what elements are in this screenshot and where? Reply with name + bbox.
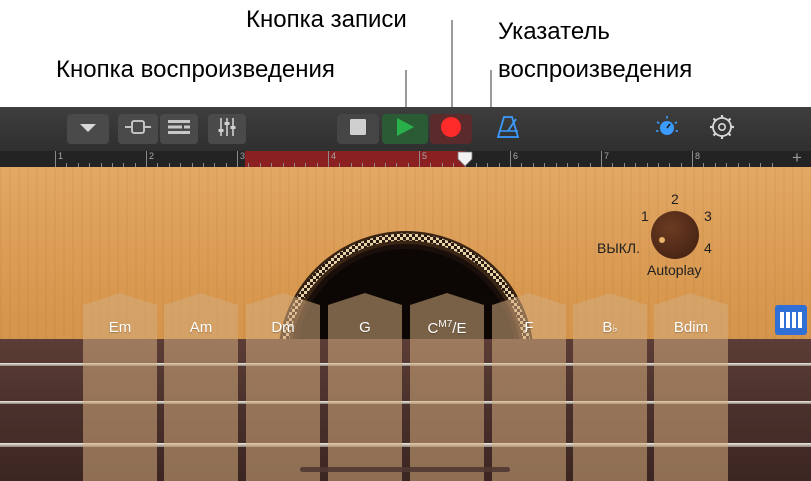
metronome-button[interactable] xyxy=(492,114,524,144)
autoplay-pos-4[interactable]: 4 xyxy=(704,240,712,256)
play-leader-line xyxy=(405,70,407,112)
ruler-tick xyxy=(692,151,693,167)
ruler-tick xyxy=(55,151,56,167)
chord-strip-em[interactable]: Em xyxy=(83,293,157,481)
record-icon xyxy=(440,116,462,143)
ruler-bar-number: 1 xyxy=(58,151,64,161)
autoplay-off-label[interactable]: ВЫКЛ. xyxy=(597,240,640,256)
stop-icon xyxy=(350,118,366,140)
chord-strip-bb[interactable]: B♭ xyxy=(573,293,647,481)
track-view-icon xyxy=(123,119,153,139)
ruler-tick xyxy=(510,151,511,167)
playhead-callout-line2: воспроизведения xyxy=(498,56,693,83)
play-icon xyxy=(395,117,415,142)
play-button[interactable] xyxy=(382,114,428,144)
ruler-bar-number: 2 xyxy=(149,151,155,161)
autoplay-pos-3[interactable]: 3 xyxy=(704,208,712,224)
chord-root: C xyxy=(427,320,439,337)
chord-strips-icon xyxy=(780,312,802,328)
master-effects-button[interactable] xyxy=(652,114,682,144)
ruler-bar-number: 5 xyxy=(422,151,428,161)
chord-strip-f[interactable]: F xyxy=(492,293,566,481)
record-button-callout: Кнопка записи xyxy=(246,6,407,33)
record-leader-line xyxy=(451,20,453,112)
chord-cap xyxy=(328,293,402,305)
chord-label: Em xyxy=(108,319,132,336)
chord-label: G xyxy=(359,319,371,336)
track-view-button[interactable] xyxy=(118,114,158,144)
chord-quality: M7 xyxy=(438,319,453,330)
ruler-bar-number: 6 xyxy=(513,151,519,161)
chevron-down-icon xyxy=(79,120,97,138)
ruler-tick xyxy=(419,151,420,167)
timeline-ruler[interactable]: 1 2 3 4 5 6 7 8 + xyxy=(0,148,811,168)
chord-cap xyxy=(164,293,238,305)
chord-strip-bdim[interactable]: Bdim xyxy=(654,293,728,481)
tracks-list-icon xyxy=(167,119,191,140)
home-indicator[interactable] xyxy=(300,467,510,472)
chord-label: Bdim xyxy=(673,319,709,336)
chord-strip-dm[interactable]: Dm xyxy=(246,293,320,481)
playhead-callout-line1: Указатель xyxy=(498,18,610,45)
chord-label: B♭ xyxy=(602,319,617,481)
chord-cap xyxy=(654,293,728,305)
ruler-tick xyxy=(328,151,329,167)
ruler-tick xyxy=(237,151,238,167)
chords-notes-toggle[interactable] xyxy=(775,305,807,335)
chord-label: Dm xyxy=(271,319,295,336)
autoplay-pos-1[interactable]: 1 xyxy=(641,208,649,224)
mixer-button[interactable] xyxy=(208,114,246,144)
autoplay-knob[interactable] xyxy=(651,211,699,259)
settings-icon xyxy=(709,114,735,145)
browser-button[interactable] xyxy=(67,114,109,144)
record-button[interactable] xyxy=(430,114,472,144)
chord-label: F xyxy=(524,319,534,336)
chord-label: CM7/E xyxy=(428,319,467,481)
guitar-body: 1 2 3 4 ВЫКЛ. Autoplay Em Am Dm G CM7/E … xyxy=(0,167,811,481)
settings-button[interactable] xyxy=(707,114,737,144)
chord-strip-am[interactable]: Am xyxy=(164,293,238,481)
ruler-bar-number: 3 xyxy=(240,151,246,161)
ruler-bar-number: 7 xyxy=(604,151,610,161)
ruler-bar-number: 8 xyxy=(695,151,701,161)
knob-indicator xyxy=(659,237,665,243)
chord-cap xyxy=(83,293,157,305)
chord-label: Am xyxy=(189,319,213,336)
master-effects-icon xyxy=(654,114,680,145)
chord-strip-cm7-e[interactable]: CM7/E xyxy=(410,293,484,481)
chord-strip-g[interactable]: G xyxy=(328,293,402,481)
chord-cap xyxy=(410,293,484,305)
autoplay-pos-2[interactable]: 2 xyxy=(671,191,679,207)
stop-button[interactable] xyxy=(337,114,379,144)
ruler-tick xyxy=(146,151,147,167)
chord-bass: /E xyxy=(452,320,467,337)
add-section-button[interactable]: + xyxy=(785,148,809,168)
mixer-icon xyxy=(217,117,237,142)
chord-cap xyxy=(492,293,566,305)
chord-cap xyxy=(246,293,320,305)
ruler-tick xyxy=(601,151,602,167)
tracks-button[interactable] xyxy=(160,114,198,144)
metronome-icon xyxy=(496,115,520,143)
autoplay-label: Autoplay xyxy=(647,262,702,278)
ruler-bar-number: 4 xyxy=(331,151,337,161)
ruler-bars: 1 2 3 4 5 6 7 8 xyxy=(55,151,783,167)
chord-cap xyxy=(573,293,647,305)
control-bar xyxy=(0,107,811,151)
play-button-callout: Кнопка воспроизведения xyxy=(56,56,335,83)
chord-flat: ♭ xyxy=(612,323,618,335)
chord-root: B xyxy=(602,319,613,336)
